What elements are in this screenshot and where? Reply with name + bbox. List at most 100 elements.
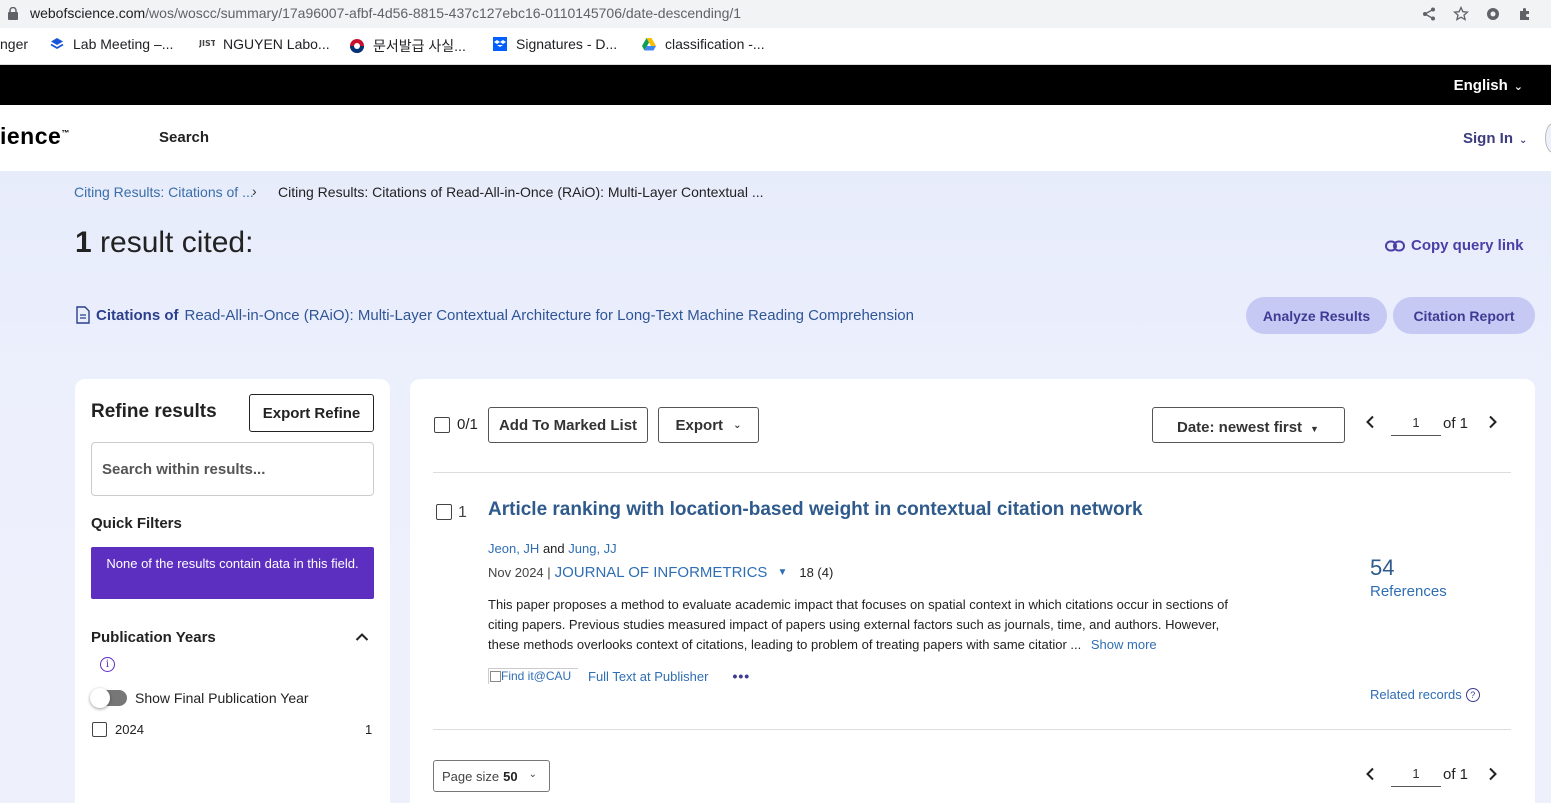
select-all-checkbox[interactable] — [434, 417, 450, 433]
bookmark-label: classification -... — [665, 36, 765, 52]
bookmark-item[interactable]: 문서발급 사실... — [349, 36, 466, 56]
analyze-results-button[interactable]: Analyze Results — [1246, 297, 1387, 334]
copy-query-link-button[interactable]: Copy query link — [1385, 237, 1524, 254]
caret-down-icon: ▼ — [1310, 424, 1319, 434]
prev-page-icon[interactable] — [1365, 415, 1375, 434]
bookmark-star-icon[interactable] — [1445, 0, 1477, 28]
final-year-toggle[interactable] — [90, 688, 127, 708]
chevron-down-icon: ⌄ — [1513, 81, 1523, 93]
page-size-label: Page size — [442, 769, 500, 784]
bookmarks-bar: nger Lab Meeting –... JIST NGUYEN Labo..… — [0, 28, 1551, 65]
trademark: ™ — [61, 128, 70, 138]
publication-date: Nov 2024 | — [488, 565, 551, 580]
header-edge-element[interactable] — [1545, 123, 1551, 153]
citation-report-button[interactable]: Citation Report — [1393, 297, 1535, 334]
export-button[interactable]: Export ⌄ — [658, 407, 759, 443]
chevron-up-icon[interactable] — [355, 629, 369, 645]
language-bar: English ⌄ — [0, 65, 1551, 105]
next-page-icon[interactable] — [1488, 767, 1498, 786]
chevron-down-icon: ⌄ — [1519, 135, 1528, 146]
bookmark-label: Signatures - D... — [516, 36, 618, 52]
extension-shield-icon[interactable] — [1477, 0, 1509, 28]
page-total: of 1 — [1443, 766, 1469, 783]
url-text[interactable]: webofscience.com/wos/woscc/summary/17a96… — [30, 5, 741, 21]
page-size-select[interactable]: Page size 50 ⌄ — [433, 760, 550, 792]
author-link[interactable]: Jung, JJ — [568, 541, 616, 556]
references-label[interactable]: References — [1370, 583, 1447, 600]
refine-panel: Refine results Export Refine Search with… — [75, 379, 390, 803]
site-header: ience™ Search Sign In ⌄ — [0, 105, 1551, 171]
author-link[interactable]: Jeon, JH — [488, 541, 539, 556]
bookmark-item[interactable]: Lab Meeting –... — [49, 36, 173, 52]
cited-paper-link[interactable]: Read-All-in-Once (RAiO): Multi-Layer Con… — [185, 307, 915, 324]
nav-search-link[interactable]: Search — [159, 129, 209, 146]
record-authors: Jeon, JH and Jung, JJ — [488, 541, 617, 556]
related-records-label: Related records — [1370, 687, 1462, 702]
next-page-icon[interactable] — [1488, 415, 1498, 434]
full-text-link[interactable]: Full Text at Publisher — [588, 669, 708, 684]
share-icon[interactable] — [1413, 0, 1445, 28]
record-title-link[interactable]: Article ranking with location-based weig… — [488, 499, 1143, 521]
dropbox-icon — [493, 37, 507, 51]
prev-page-icon[interactable] — [1365, 767, 1375, 786]
bookmark-item[interactable]: nger — [0, 36, 28, 52]
find-it-cau-image[interactable]: Find it@CAU — [488, 668, 578, 684]
jaist-logo-icon: JIST — [199, 39, 215, 48]
search-within-input[interactable]: Search within results... — [91, 442, 374, 496]
record-checkbox[interactable] — [436, 504, 452, 520]
references-count[interactable]: 54 — [1370, 555, 1394, 581]
journal-link[interactable]: JOURNAL OF INFORMETRICS — [555, 564, 768, 581]
divider — [433, 729, 1511, 730]
more-options-icon[interactable]: ••• — [732, 668, 750, 684]
year-count: 1 — [365, 722, 373, 737]
caret-down-icon[interactable]: ▼ — [777, 567, 787, 578]
google-drive-icon — [642, 38, 656, 51]
browser-url-bar[interactable]: webofscience.com/wos/woscc/summary/17a96… — [0, 0, 1551, 28]
page-number-input[interactable]: 1 — [1391, 763, 1441, 787]
citations-of-heading: Citations of Read-All-in-Once (RAiO): Mu… — [76, 306, 914, 324]
info-icon[interactable]: i — [100, 657, 115, 672]
chevron-down-icon: ⌄ — [733, 419, 742, 431]
result-title-text: result cited: — [91, 226, 254, 259]
sign-in-button[interactable]: Sign In ⌄ — [1463, 130, 1527, 147]
selected-count: 0/1 — [457, 416, 478, 433]
year-label: 2024 — [115, 722, 144, 737]
help-icon[interactable]: ? — [1465, 687, 1480, 702]
related-records-link[interactable]: Related records? — [1370, 687, 1480, 702]
quick-filters-empty-message: None of the results contain data in this… — [91, 547, 374, 599]
svg-text:JIST: JIST — [199, 39, 215, 48]
export-refine-button[interactable]: Export Refine — [249, 394, 374, 432]
quick-filters-heading: Quick Filters — [91, 515, 182, 532]
logo-text: ience — [0, 123, 62, 149]
page-number-input[interactable]: 1 — [1391, 412, 1441, 436]
sort-label: Date: newest first — [1177, 419, 1303, 436]
window-edge — [1541, 0, 1551, 28]
bookmark-item[interactable]: Signatures - D... — [492, 36, 617, 52]
bookmark-item[interactable]: classification -... — [641, 36, 765, 52]
publication-years-heading[interactable]: Publication Years — [91, 629, 216, 646]
toggle-label: Show Final Publication Year — [135, 690, 309, 706]
show-more-link[interactable]: Show more — [1091, 637, 1157, 652]
breadcrumb-link[interactable]: Citing Results: Citations of ... — [74, 184, 254, 200]
bookmark-item[interactable]: JIST NGUYEN Labo... — [199, 36, 330, 52]
extensions-puzzle-icon[interactable] — [1509, 0, 1541, 28]
site-logo[interactable]: ience™ — [0, 123, 70, 150]
language-selector[interactable]: English ⌄ — [1454, 77, 1523, 94]
record-source: Nov 2024 | JOURNAL OF INFORMETRICS ▼ 18 … — [488, 564, 833, 581]
bookmark-label: NGUYEN Labo... — [223, 36, 330, 52]
copy-link-label: Copy query link — [1411, 237, 1524, 254]
record-number: 1 — [458, 504, 467, 521]
url-host: webofscience.com — [30, 5, 146, 21]
year-checkbox[interactable] — [92, 722, 107, 737]
korea-gov-icon — [350, 39, 364, 53]
refine-title: Refine results — [91, 401, 217, 422]
volume-issue: 18 (4) — [799, 565, 834, 580]
add-to-marked-list-button[interactable]: Add To Marked List — [488, 407, 648, 443]
export-label: Export — [675, 416, 724, 434]
sort-select[interactable]: Date: newest first ▼ — [1152, 407, 1345, 443]
breadcrumb-current: Citing Results: Citations of Read-All-in… — [278, 184, 764, 200]
document-icon — [76, 306, 90, 324]
page-title: 1 result cited: — [75, 226, 253, 260]
results-panel: 0/1 Add To Marked List Export ⌄ Date: new… — [410, 379, 1535, 803]
sign-in-label: Sign In — [1463, 130, 1513, 147]
